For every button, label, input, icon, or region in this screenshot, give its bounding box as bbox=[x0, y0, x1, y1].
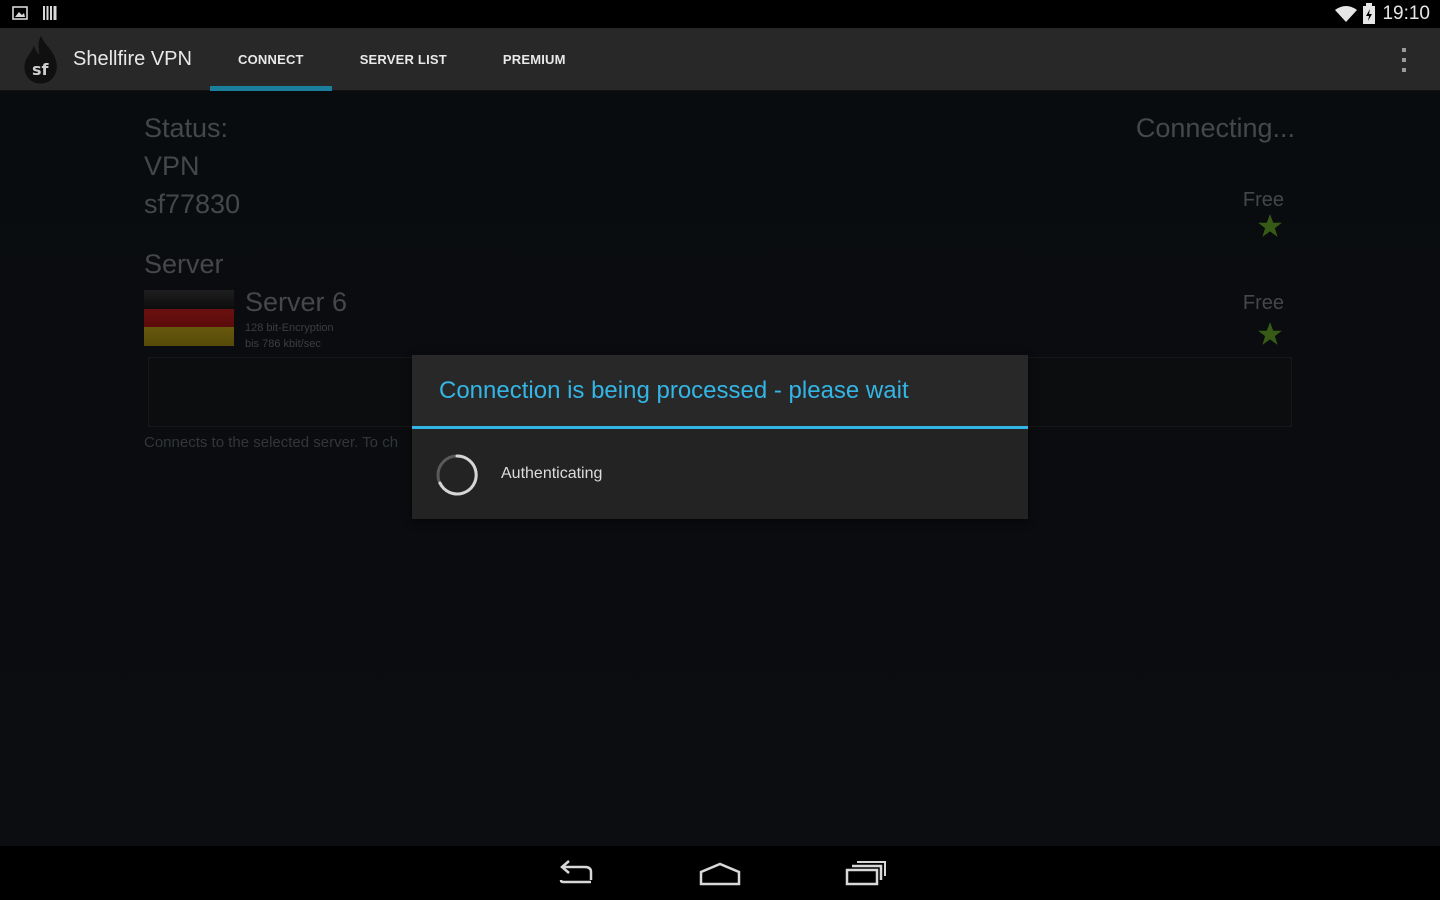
svg-text:sf: sf bbox=[32, 60, 50, 79]
app-title: Shellfire VPN bbox=[73, 48, 192, 70]
system-indicators: 19:10 bbox=[1334, 3, 1430, 25]
tab-premium[interactable]: PREMIUM bbox=[475, 28, 594, 91]
dialog-title: Connection is being processed - please w… bbox=[439, 377, 909, 404]
notification-icons bbox=[12, 5, 58, 21]
overflow-menu-icon[interactable] bbox=[1394, 48, 1414, 72]
flame-logo-icon[interactable]: sf bbox=[20, 35, 62, 85]
progress-dialog: Connection is being processed - please w… bbox=[412, 355, 1028, 519]
clock: 19:10 bbox=[1382, 3, 1430, 24]
dialog-body: Authenticating bbox=[412, 429, 1028, 519]
tab-connect[interactable]: CONNECT bbox=[210, 28, 332, 91]
dialog-message: Authenticating bbox=[501, 465, 603, 482]
tab-server-list[interactable]: SERVER LIST bbox=[332, 28, 475, 91]
action-bar: sf Shellfire VPN CONNECT SERVER LIST PRE… bbox=[0, 28, 1440, 91]
system-nav-bar bbox=[0, 846, 1440, 900]
back-icon[interactable] bbox=[555, 858, 599, 888]
system-status-bar: 19:10 bbox=[0, 0, 1440, 28]
battery-charging-icon bbox=[1363, 3, 1376, 24]
home-icon[interactable] bbox=[698, 858, 742, 888]
tab-bar: CONNECT SERVER LIST PREMIUM bbox=[210, 28, 594, 91]
image-notification-icon bbox=[12, 6, 28, 20]
loading-spinner-icon bbox=[436, 454, 478, 496]
wifi-icon bbox=[1335, 6, 1358, 22]
recent-apps-icon[interactable] bbox=[843, 858, 887, 888]
barcode-notification-icon bbox=[43, 6, 57, 20]
